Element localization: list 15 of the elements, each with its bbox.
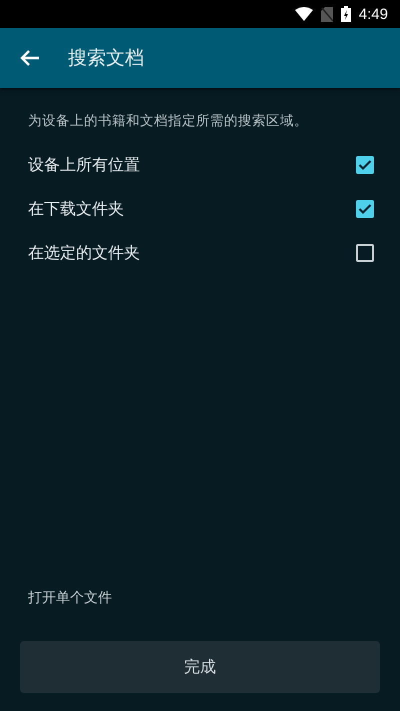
option-label: 在选定的文件夹: [28, 242, 140, 264]
option-label: 在下载文件夹: [28, 198, 124, 220]
back-arrow-icon[interactable]: [20, 49, 40, 67]
toolbar-title: 搜索文档: [68, 46, 144, 71]
option-label: 设备上所有位置: [28, 154, 140, 176]
no-sim-icon: [320, 6, 333, 22]
status-time: 4:49: [358, 6, 388, 22]
checkbox[interactable]: [356, 200, 374, 218]
checkbox[interactable]: [356, 156, 374, 174]
open-single-file-link[interactable]: 打开单个文件: [28, 589, 112, 607]
wifi-icon: [294, 7, 313, 21]
checkbox[interactable]: [356, 244, 374, 262]
done-button[interactable]: 完成: [20, 641, 380, 693]
description-text: 为设备上的书籍和文档指定所需的搜索区域。: [28, 112, 309, 130]
battery-icon: [340, 6, 351, 22]
